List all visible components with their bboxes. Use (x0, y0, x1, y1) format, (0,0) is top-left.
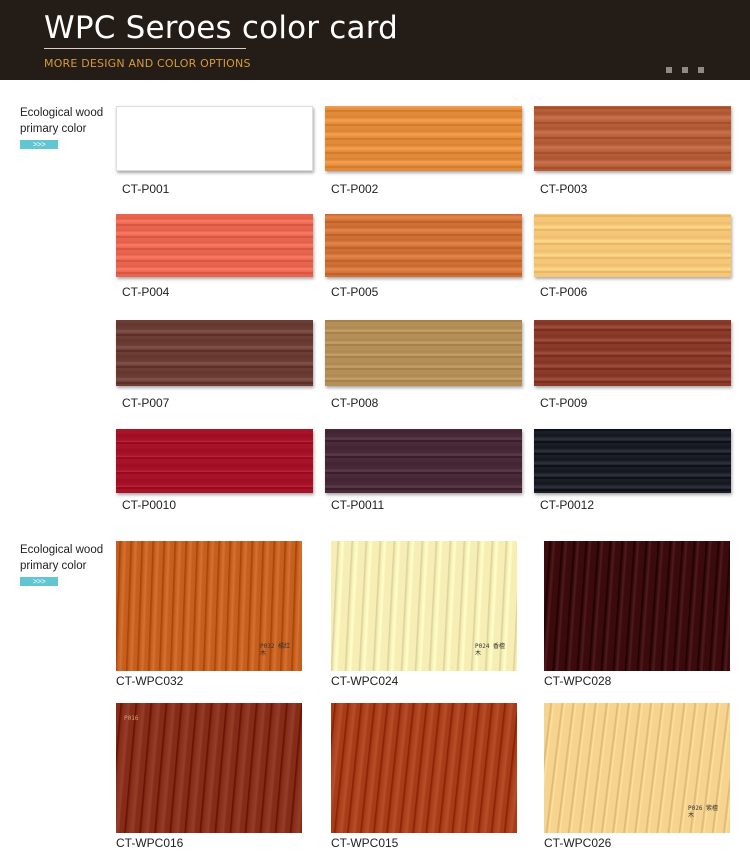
section-label-primary: Ecological wood primary color >>> (20, 105, 112, 149)
color-code: CT-P007 (122, 396, 170, 410)
color-swatch (116, 106, 313, 171)
title-divider (44, 48, 246, 49)
wood-swatch: P032 橘红木 (116, 541, 302, 671)
color-swatch (325, 429, 522, 493)
sample-stamp: P026 紫檀木 (688, 805, 719, 819)
color-code: CT-WPC026 (544, 836, 612, 850)
color-swatch (534, 320, 731, 386)
color-code: CT-P001 (122, 182, 170, 196)
color-code: CT-WPC016 (116, 836, 184, 850)
color-code: CT-WPC024 (331, 674, 399, 688)
sample-stamp: P032 橘红木 (260, 643, 291, 657)
color-code: CT-P009 (540, 396, 588, 410)
color-code: CT-P0011 (331, 498, 385, 512)
page-subtitle: MORE DESIGN AND COLOR OPTIONS (44, 57, 251, 70)
section-label-wpc: Ecological wood primary color >>> (20, 542, 112, 586)
wood-swatch (331, 703, 517, 833)
color-code: CT-P006 (540, 285, 588, 299)
color-code: CT-P008 (331, 396, 379, 410)
color-swatch (116, 214, 313, 277)
sample-stamp: P016 (124, 715, 139, 722)
color-code: CT-WPC032 (116, 674, 184, 688)
sample-stamp: P024 香檀木 (475, 643, 506, 657)
color-swatch (325, 214, 522, 277)
color-swatch (534, 429, 731, 493)
color-code: CT-P0010 (122, 498, 177, 512)
arrow-icon: >>> (20, 140, 58, 149)
section-label-text: Ecological wood primary color (20, 544, 104, 572)
wood-swatch (544, 541, 730, 671)
color-code: CT-P003 (540, 182, 588, 196)
color-swatch (325, 320, 522, 386)
arrow-icon: >>> (20, 577, 58, 586)
pager-dot-2[interactable] (682, 67, 688, 73)
color-code: CT-P005 (331, 285, 379, 299)
color-code: CT-P004 (122, 285, 170, 299)
section-label-text: Ecological wood primary color (20, 107, 104, 135)
color-swatch (325, 106, 522, 171)
color-code: CT-P0012 (540, 498, 595, 512)
wood-swatch: P026 紫檀木 (544, 703, 730, 833)
color-swatch (534, 214, 731, 277)
color-swatch (116, 320, 313, 386)
color-swatch (534, 106, 731, 171)
color-code: CT-WPC015 (331, 836, 399, 850)
pager-dot-1[interactable] (666, 67, 672, 73)
color-swatch (116, 429, 313, 493)
wood-swatch: P024 香檀木 (331, 541, 517, 671)
wood-swatch: P016 (116, 703, 302, 833)
color-code: CT-P002 (331, 182, 379, 196)
pager-dot-3[interactable] (698, 67, 704, 73)
color-code: CT-WPC028 (544, 674, 612, 688)
page-title: WPC Seroes color card (44, 10, 399, 46)
header-banner: WPC Seroes color card MORE DESIGN AND CO… (0, 0, 750, 80)
